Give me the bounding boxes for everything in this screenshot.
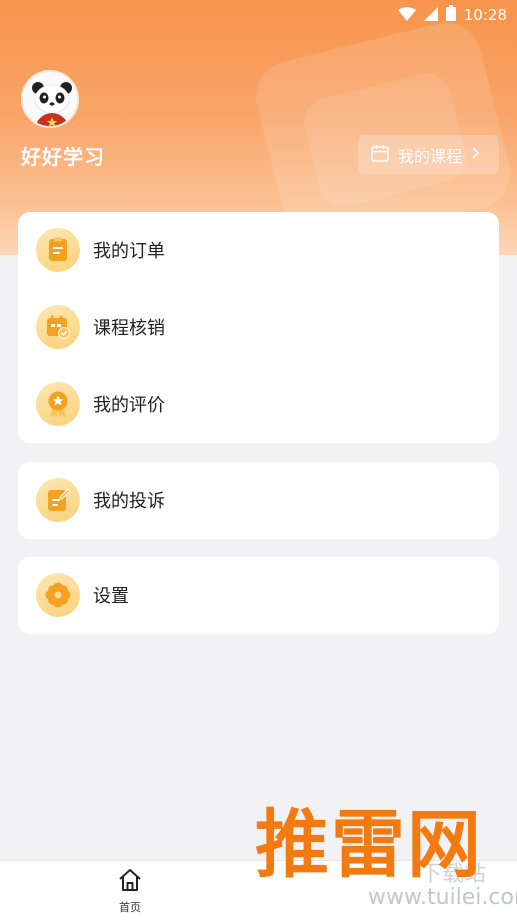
cell-signal-icon — [423, 6, 438, 25]
complaint-icon — [36, 478, 80, 522]
chevron-right-icon — [470, 145, 480, 164]
tab-home-label: 首页 — [119, 901, 141, 914]
my-courses-label: 我的课程 — [398, 146, 463, 166]
username: 好好学习 — [21, 145, 105, 169]
menu-item-complaints[interactable]: 我的投诉 — [18, 470, 499, 530]
menu-item-ratings[interactable]: 我的评价 — [18, 374, 499, 434]
menu-item-label: 我的评价 — [93, 395, 165, 416]
mine-page: 10:28 好好学习 我的课程 我的订单 课程核销 我的评价 我的投诉 设置 首… — [0, 0, 517, 920]
menu-card-complaints: 我的投诉 — [18, 462, 499, 539]
status-time: 10:28 — [463, 6, 507, 24]
wifi-icon — [397, 6, 416, 25]
home-icon — [117, 867, 143, 897]
my-courses-button[interactable]: 我的课程 — [358, 135, 499, 174]
tab-home[interactable]: 首页 — [100, 867, 160, 919]
rating-icon — [36, 382, 80, 426]
menu-card-settings: 设置 — [18, 557, 499, 634]
menu-item-label: 课程核销 — [93, 318, 165, 339]
menu-item-settings[interactable]: 设置 — [18, 565, 499, 625]
menu-item-orders[interactable]: 我的订单 — [18, 220, 499, 280]
order-icon — [36, 228, 80, 272]
menu-item-label: 我的订单 — [93, 241, 165, 262]
panda-avatar-icon — [23, 72, 77, 126]
calendar-icon — [370, 143, 390, 167]
settings-icon — [36, 573, 80, 617]
watermark-brand: 推雷网 — [255, 802, 483, 888]
watermark-domain: www.tuilei.com — [368, 885, 517, 910]
menu-card-primary: 我的订单 课程核销 我的评价 — [18, 212, 499, 443]
menu-item-label: 设置 — [93, 586, 129, 607]
menu-item-label: 我的投诉 — [93, 491, 165, 512]
avatar[interactable] — [21, 70, 79, 128]
battery-icon — [445, 5, 456, 25]
watermark: 下载站 推雷网 www.tuilei.com — [250, 800, 517, 920]
course-verify-icon — [36, 305, 80, 349]
status-bar: 10:28 — [0, 0, 517, 30]
menu-item-course-verify[interactable]: 课程核销 — [18, 297, 499, 357]
